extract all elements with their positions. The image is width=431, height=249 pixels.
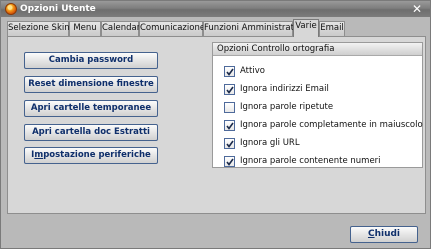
- apri-cartelle-temporanee-button[interactable]: Apri cartelle temporanee: [24, 100, 158, 117]
- cambia-password-button[interactable]: Cambia password: [24, 52, 158, 69]
- checkmark-icon: [226, 158, 234, 166]
- option-label: Ignora parole ripetute: [240, 102, 334, 112]
- tab-funzioni-amministratore[interactable]: Funzioni Amministratore: [203, 21, 308, 36]
- tab-calendar[interactable]: Calendar: [101, 21, 140, 36]
- checkbox[interactable]: [224, 138, 235, 149]
- checkmark-icon: [226, 86, 234, 94]
- option-label: Ignora parole contenente numeri: [240, 156, 381, 166]
- title-bar[interactable]: Opzioni Utente ✕: [1, 1, 430, 17]
- checkbox[interactable]: [224, 66, 235, 77]
- chiudi-button[interactable]: Chiudi: [350, 226, 418, 243]
- reset-dimensione-finestre-button[interactable]: Reset dimensione finestre: [24, 76, 158, 93]
- impostazione-periferiche-button[interactable]: Impostazione periferiche: [24, 147, 158, 164]
- option-label: Ignora indirizzi Email: [240, 84, 329, 94]
- spell-check-header: Opzioni Controllo ortografia: [213, 43, 422, 56]
- checkmark-icon: [226, 140, 234, 148]
- tab-selezione-skin[interactable]: Selezione Skin: [7, 21, 70, 36]
- tab-comunicazione[interactable]: Comunicazione: [139, 21, 205, 36]
- spell-check-options-group: Opzioni Controllo ortografia Attivo Igno…: [212, 42, 423, 168]
- tab-menu[interactable]: Menu: [69, 21, 101, 36]
- window-title: Opzioni Utente: [20, 4, 96, 14]
- checkbox[interactable]: [224, 156, 235, 167]
- checkmark-icon: [226, 68, 234, 76]
- checkbox[interactable]: [224, 84, 235, 95]
- checkbox[interactable]: [224, 120, 235, 131]
- option-label: Attivo: [240, 66, 265, 76]
- options-window: Opzioni Utente ✕ Selezione Skin Menu Cal…: [0, 0, 431, 249]
- tab-varie[interactable]: Varie: [293, 19, 319, 37]
- option-label: Ignora parole completamente in maiuscolo: [240, 120, 423, 130]
- checkmark-icon: [226, 122, 234, 130]
- option-label: Ignora gli URL: [240, 138, 300, 148]
- app-logo-icon: [5, 3, 17, 15]
- apri-cartella-doc-estratti-button[interactable]: Apri cartella doc Estratti: [24, 124, 158, 141]
- checkbox[interactable]: [224, 102, 235, 113]
- tab-panel-varie: Cambia password Reset dimensione finestr…: [7, 36, 426, 214]
- close-icon[interactable]: ✕: [410, 3, 424, 15]
- tab-email[interactable]: Email: [319, 21, 345, 36]
